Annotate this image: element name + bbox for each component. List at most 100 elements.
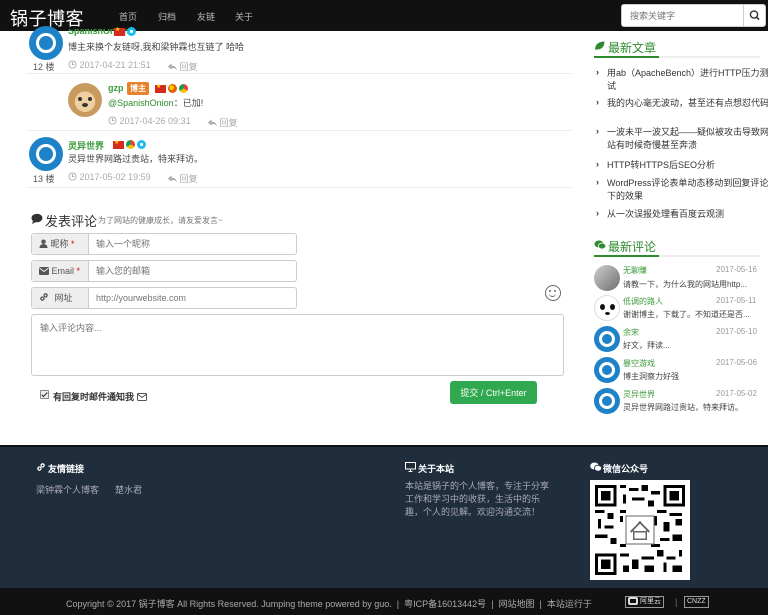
email-addon: Email * [32, 261, 89, 281]
recent-comment-text[interactable]: 谢谢博主，下载了。不知道还是否... [623, 309, 768, 320]
search-button[interactable] [743, 5, 765, 26]
floor-number: 12 楼 [33, 62, 55, 72]
comments-icon [594, 240, 606, 250]
latest-post-item[interactable]: 我的内心毫无波动，甚至还有点想怼代码 [596, 96, 768, 110]
notify-checkbox[interactable] [40, 390, 49, 399]
avatar [594, 326, 620, 352]
recent-comment-text[interactable]: 灵异世界网路过贵站，特来拜访。 [623, 402, 768, 413]
about-text: 本站是锅子的个人博客，专注于分享工作和学习中的收获，生活中的乐趣，个人的见解。欢… [405, 481, 550, 517]
recent-comment-author[interactable]: 余宋 [623, 327, 639, 338]
footer: 友情链接 梁钟霖个人博客 楚水君 关于本站 本站是锅子的个人博客，专注于分享工作… [0, 445, 768, 588]
comment-author[interactable]: gzp [108, 83, 124, 93]
website-addon: 网址 [32, 288, 89, 308]
mention-link[interactable]: @SpanishOnion [108, 98, 174, 108]
search-icon [749, 10, 760, 21]
reply-link[interactable]: 回复 [168, 172, 198, 185]
recent-comment-text[interactable]: 请教一下，为什么我的网站用http... [623, 279, 768, 290]
avatar [29, 26, 63, 60]
recent-comment-text[interactable]: 好文，拜读... [623, 340, 768, 351]
title-underline [594, 255, 760, 257]
browser-icon [137, 140, 146, 150]
form-subtitle: 为了网站的健康成长，请友爱发言~ [98, 216, 223, 225]
nickname-input[interactable] [89, 234, 296, 254]
reply-link[interactable]: 回复 [208, 116, 238, 129]
nickname-field: 昵称 * [31, 233, 297, 255]
comment-author[interactable]: 灵异世界 [68, 139, 104, 152]
china-flag-icon [114, 26, 125, 36]
nav-about[interactable]: 关于 [235, 10, 253, 23]
divider [26, 130, 572, 131]
clock-icon [68, 60, 77, 69]
chrome-icon [126, 140, 135, 150]
emoji-icon[interactable] [545, 285, 561, 301]
title-underline [594, 56, 760, 58]
separator: | [675, 597, 678, 607]
nav-archive[interactable]: 归档 [158, 10, 176, 23]
recent-comment-date: 2017-05-06 [716, 358, 757, 367]
form-title: 发表评论 [45, 214, 98, 229]
wechat-title: 微信公众号 [603, 464, 649, 474]
sitemap-link[interactable]: 网站地图 [499, 599, 535, 609]
recent-comment-author[interactable]: 低调的路人 [623, 296, 663, 307]
china-flag-icon [155, 83, 166, 93]
copyright-bar: Copyright © 2017 锅子博客 All Rights Reserve… [0, 588, 768, 615]
floor-number: 13 楼 [33, 174, 55, 184]
aliyun-logo[interactable]: 阿里云 [625, 596, 664, 608]
recent-comment-author[interactable]: 暴空游戏 [623, 358, 655, 369]
wechat-icon [590, 462, 602, 472]
latest-post-item[interactable]: 从一次误报处理看百度云观测 [596, 207, 768, 221]
nav-friends[interactable]: 友链 [197, 10, 215, 23]
recent-comment-date: 2017-05-02 [716, 389, 757, 398]
latest-post-item[interactable]: 用ab（ApacheBench）进行HTTP压力测试 [596, 66, 768, 93]
email-input[interactable] [89, 261, 296, 281]
nav-home[interactable]: 首页 [119, 10, 137, 23]
latest-post-item[interactable]: WordPress评论表单动态移动到回复评论下的效果 [596, 176, 768, 203]
comment-date: 2017-05-02 19:59 [68, 172, 151, 182]
cnzz-logo[interactable]: CNZZ [684, 596, 709, 608]
china-flag-icon [113, 139, 124, 149]
avatar [68, 83, 102, 117]
reply-link[interactable]: 回复 [168, 60, 198, 73]
recent-comment-date: 2017-05-10 [716, 327, 757, 336]
recent-comment-author[interactable]: 无聊賺 [623, 265, 647, 276]
website-input[interactable] [89, 288, 296, 308]
browser-icon [127, 27, 136, 37]
search-input[interactable] [622, 5, 744, 26]
comment-text: 博主来换个友链呀,我和梁钟霖也互链了 哈哈 [68, 42, 245, 52]
friend-links-title: 友情链接 [48, 464, 85, 474]
divider [26, 187, 572, 188]
recent-comment-date: 2017-05-16 [716, 265, 757, 274]
owner-badge: 博主 [127, 82, 149, 95]
avatar [594, 295, 620, 321]
comment-text: 灵异世界网路过贵站，特来拜访。 [68, 154, 204, 164]
recent-comment-author[interactable]: 灵异世界 [623, 389, 655, 400]
recent-comments-title: 最新评论 [608, 240, 657, 254]
comment-textarea[interactable] [31, 314, 564, 376]
recent-comment-date: 2017-05-11 [716, 296, 757, 305]
submit-button[interactable]: 提交 / Ctrl+Enter [450, 381, 537, 404]
comment-date: 2017-04-26 09:31 [108, 116, 191, 126]
friend-link[interactable]: 梁钟霖个人博客 [36, 483, 99, 496]
comments-icon [31, 213, 43, 224]
friend-link[interactable]: 楚水君 [115, 483, 142, 496]
avatar [29, 137, 63, 171]
reply-icon [168, 175, 177, 183]
clock-icon [108, 116, 117, 125]
reply-icon [168, 63, 177, 71]
latest-post-item[interactable]: HTTP转HTTPS后SEO分析 [596, 158, 768, 172]
comment-text: @SpanishOnion：已加! [108, 98, 204, 108]
avatar [594, 265, 620, 291]
notify-label: 有回复时邮件通知我 [53, 390, 147, 403]
latest-post-item[interactable]: 一波未平一波又起——疑似被攻击导致网站有时候奇慢甚至奔溃 [596, 125, 768, 152]
website-field: 网址 [31, 287, 297, 309]
wechat-qr-code [590, 480, 690, 580]
link-icon [37, 463, 45, 471]
about-title: 关于本站 [418, 464, 455, 474]
copyright-text: Copyright © 2017 锅子博客 All Rights Reserve… [66, 599, 592, 609]
avatar [594, 357, 620, 383]
chrome-icon [179, 84, 188, 94]
icp-link[interactable]: 粤ICP备16013442号 [404, 599, 486, 609]
firefox-icon [168, 84, 177, 94]
client-icons [114, 26, 138, 37]
recent-comment-text[interactable]: 博主洞察力好强 [623, 371, 768, 382]
